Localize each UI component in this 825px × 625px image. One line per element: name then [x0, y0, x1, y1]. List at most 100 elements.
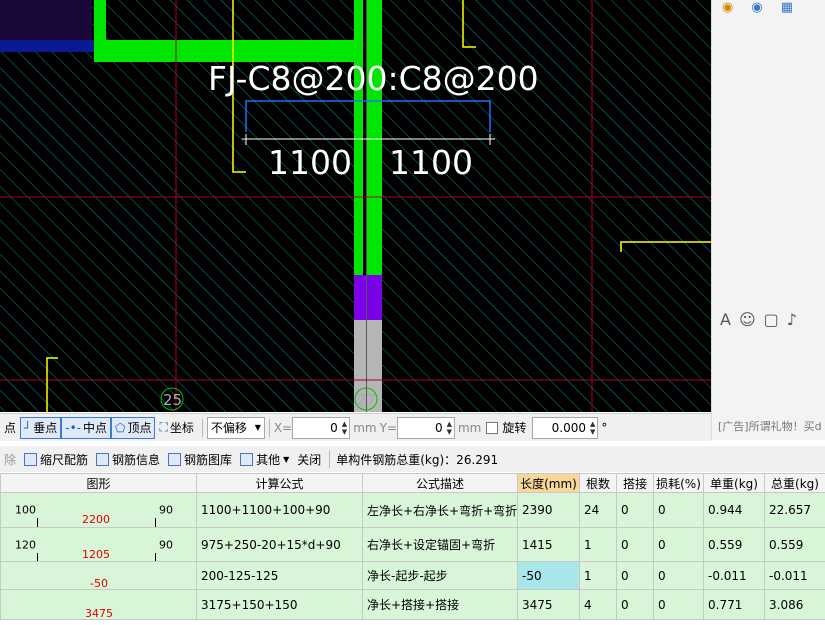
app-icon[interactable]: ▦: [781, 0, 793, 15]
screenshot-icon[interactable]: ▢: [764, 310, 779, 329]
perpendicular-snap[interactable]: ┘ 垂点: [20, 416, 62, 439]
rebar-library-label: 钢筋图库: [184, 452, 233, 467]
total-weight-cell[interactable]: 0.559: [764, 527, 825, 562]
offset-mode-value: 不偏移: [210, 421, 247, 435]
close-button[interactable]: 关闭: [293, 451, 325, 468]
info-icon: [96, 452, 110, 466]
loss-cell[interactable]: 0: [653, 492, 704, 528]
y-input[interactable]: 0 ▲ ▼: [396, 416, 455, 439]
x-unit: mm: [353, 420, 377, 435]
rebar-toolbar: 除 缩尺配筋 钢筋信息 钢筋图库 其他 ▼ 关闭 单构件钢筋总重(kg)：26.2…: [0, 446, 825, 472]
formula-cell[interactable]: 1100+1100+100+90: [196, 492, 363, 528]
col-header-lap[interactable]: 搭接: [616, 473, 654, 493]
offset-mode-select[interactable]: 不偏移 ▼: [206, 416, 265, 439]
shape-cell[interactable]: 100 2200 90: [0, 492, 197, 528]
description-cell[interactable]: 净长-起步-起步: [362, 561, 518, 590]
other-label: 其他: [256, 452, 281, 467]
formula-cell[interactable]: 975+250-20+15*d+90: [196, 527, 363, 562]
delete-button[interactable]: 除: [0, 451, 20, 468]
mic-icon[interactable]: ♪: [787, 310, 797, 329]
spinner-icon[interactable]: ▲ ▼: [590, 420, 595, 436]
chevron-down-icon: ▼: [254, 423, 261, 432]
col-header-unit-weight[interactable]: 单重(kg): [703, 473, 765, 493]
formula-cell[interactable]: 3175+150+150: [196, 589, 363, 620]
description-cell[interactable]: 净长+搭接+搭接: [362, 589, 518, 620]
rebar-library-button[interactable]: 钢筋图库: [164, 451, 236, 468]
arrow-icon: [240, 452, 254, 466]
col-header-count[interactable]: 根数: [579, 473, 617, 493]
unit-weight-cell[interactable]: 0.771: [703, 589, 765, 620]
spinner-icon[interactable]: ▲ ▼: [447, 420, 452, 436]
shape-mid-length: 2200: [82, 513, 110, 526]
table-row[interactable]: 100 2200 90 1100+1100+100+90 左净长+右净长+弯折+…: [0, 492, 825, 528]
length-cell[interactable]: 3475: [517, 589, 580, 620]
shape-cell[interactable]: -50: [0, 561, 197, 590]
col-header-length[interactable]: 长度(mm): [517, 473, 580, 493]
unit-weight-cell[interactable]: 0.944: [703, 492, 765, 528]
col-header-shape[interactable]: 图形: [0, 473, 197, 493]
col-header-description[interactable]: 公式描述: [362, 473, 518, 493]
table-row[interactable]: 3475 3175+150+150 净长+搭接+搭接 3475 4 0 0 0.…: [0, 589, 825, 620]
shape-cell[interactable]: 120 1205 90: [0, 527, 197, 562]
rebar-info-button[interactable]: 钢筋信息: [92, 451, 164, 468]
count-cell[interactable]: 1: [579, 527, 617, 562]
description-cell[interactable]: 左净长+右净长+弯折+弯折: [362, 492, 518, 528]
table-row[interactable]: -50 200-125-125 净长-起步-起步 -50 1 0 0 -0.01…: [0, 561, 825, 590]
delete-label: 除: [4, 452, 17, 467]
font-icon[interactable]: A: [720, 310, 731, 329]
x-label: X=: [273, 420, 293, 435]
gift-icon[interactable]: ◉: [722, 0, 733, 15]
endpoint-snap[interactable]: 点: [0, 417, 20, 439]
shape-cell[interactable]: 3475: [0, 589, 197, 620]
loss-cell[interactable]: 0: [653, 527, 704, 562]
midpoint-snap[interactable]: -•- 中点: [61, 416, 112, 439]
other-button[interactable]: 其他 ▼: [236, 451, 293, 468]
table-header-row: 图形 计算公式 公式描述 长度(mm) 根数 搭接 损耗(%) 单重(kg) 总…: [0, 473, 825, 493]
length-cell[interactable]: 2390: [517, 492, 580, 528]
spinner-icon[interactable]: ▲ ▼: [342, 420, 347, 436]
loss-cell[interactable]: 0: [653, 561, 704, 590]
length-cell[interactable]: 1415: [517, 527, 580, 562]
scale-rebar-button[interactable]: 缩尺配筋: [20, 451, 92, 468]
total-weight-cell[interactable]: -0.011: [764, 561, 825, 590]
coordinate-snap[interactable]: ⛶ 坐标: [155, 417, 197, 439]
lap-cell[interactable]: 0: [616, 492, 654, 528]
emoji-icon[interactable]: ☺: [739, 310, 756, 329]
lap-cell[interactable]: 0: [616, 561, 654, 590]
divider: [201, 418, 203, 437]
coordinate-icon: ⛶: [159, 420, 168, 434]
library-icon: [168, 452, 182, 466]
unit-weight-cell[interactable]: -0.011: [703, 561, 765, 590]
length-cell-selected[interactable]: -50: [517, 561, 580, 590]
x-input[interactable]: 0 ▲ ▼: [292, 416, 351, 439]
count-cell[interactable]: 4: [579, 589, 617, 620]
col-header-total-weight[interactable]: 总重(kg): [764, 473, 825, 493]
perpendicular-icon: ┘: [24, 420, 32, 435]
midpoint-label: 中点: [83, 421, 108, 435]
lap-cell[interactable]: 0: [616, 527, 654, 562]
total-weight-cell[interactable]: 22.657: [764, 492, 825, 528]
shape-right-hook: [155, 552, 156, 561]
cad-viewport[interactable]: FJ-C8@200:C8@200 1100 1100 25 27: [0, 0, 711, 412]
lap-cell[interactable]: 0: [616, 589, 654, 620]
ruler-icon: [24, 452, 38, 466]
col-header-loss[interactable]: 损耗(%): [653, 473, 704, 493]
vertex-snap[interactable]: ⬠ 顶点: [111, 416, 156, 439]
count-cell[interactable]: 24: [579, 492, 617, 528]
unit-weight-cell[interactable]: 0.559: [703, 527, 765, 562]
col-header-formula[interactable]: 计算公式: [196, 473, 363, 493]
loss-cell[interactable]: 0: [653, 589, 704, 620]
rebar-info-label: 钢筋信息: [112, 452, 161, 467]
scale-rebar-label: 缩尺配筋: [40, 452, 89, 467]
rotate-input[interactable]: 0.000 ▲ ▼: [532, 416, 599, 439]
camera-icon[interactable]: ◉: [751, 0, 762, 15]
formula-cell[interactable]: 200-125-125: [196, 561, 363, 590]
count-cell[interactable]: 1: [579, 561, 617, 590]
ad-text[interactable]: [广告]所谓礼物！买d: [718, 418, 822, 434]
total-weight-cell[interactable]: 3.086: [764, 589, 825, 620]
vertex-label: 顶点: [127, 421, 152, 435]
rotate-checkbox[interactable]: [486, 421, 499, 434]
total-weight: 单构件钢筋总重(kg)：26.291: [336, 452, 499, 467]
table-row[interactable]: 120 1205 90 975+250-20+15*d+90 右净长+设定锚固+…: [0, 527, 825, 562]
description-cell[interactable]: 右净长+设定锚固+弯折: [362, 527, 518, 562]
